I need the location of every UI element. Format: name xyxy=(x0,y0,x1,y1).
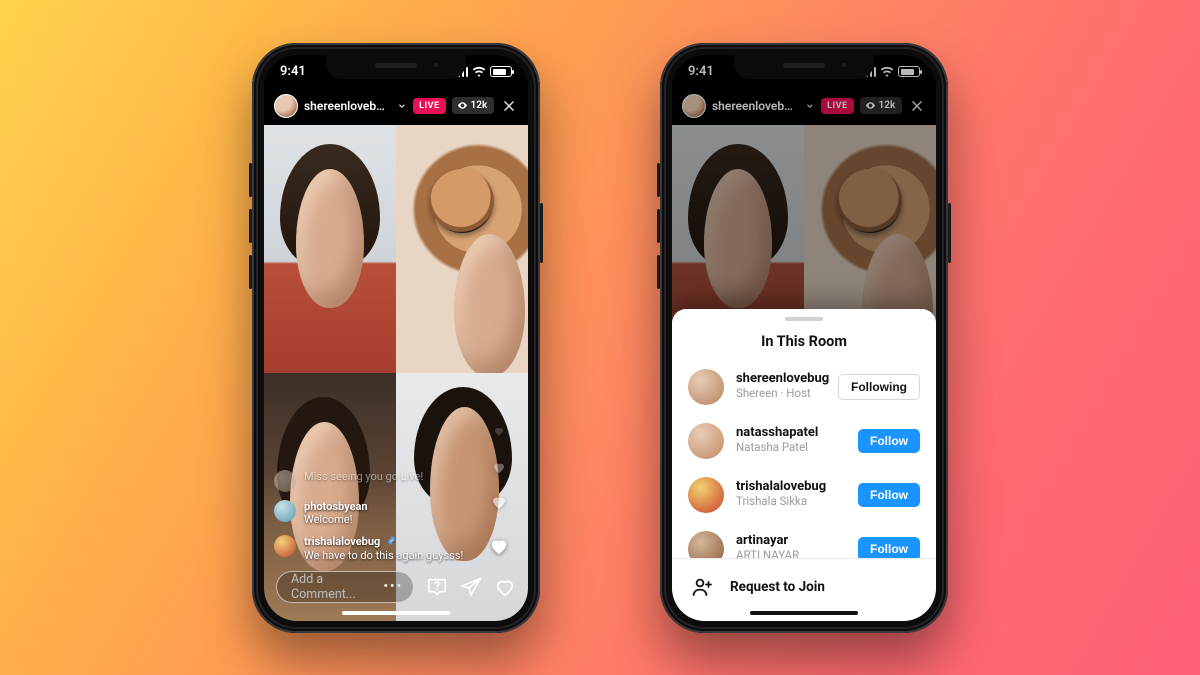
comment-stream: Miss seeing you go Live! photosbyeanWelc… xyxy=(274,470,464,563)
viewer-count[interactable]: 12k xyxy=(860,97,903,114)
heart-icon xyxy=(492,460,507,479)
participant-avatar[interactable] xyxy=(688,477,724,513)
participant-username[interactable]: artinayar xyxy=(736,534,846,549)
wifi-icon xyxy=(472,65,486,79)
comment-row: trishalalovebugWe have to do this again … xyxy=(274,535,464,563)
screen: 9:41 shereenlovebug, n... LIVE 12k xyxy=(672,55,936,621)
home-indicator[interactable] xyxy=(342,611,450,615)
comment-row: Miss seeing you go Live! xyxy=(274,470,464,492)
close-button[interactable] xyxy=(500,95,518,117)
viewer-count-value: 12k xyxy=(471,100,488,111)
chevron-down-icon[interactable] xyxy=(397,100,407,112)
participant-subtitle: Natasha Patel xyxy=(736,441,846,454)
viewer-count[interactable]: 12k xyxy=(452,97,495,114)
comment-username[interactable]: photosbyean xyxy=(304,500,368,513)
participant-username[interactable]: shereenlovebug xyxy=(736,372,826,387)
comment-username[interactable]: trishalalovebug xyxy=(304,535,380,548)
wifi-icon xyxy=(880,65,894,79)
phone-room-sheet: 9:41 shereenlovebug, n... LIVE 12k xyxy=(660,43,948,633)
heart-icon xyxy=(493,422,505,441)
participant-subtitle: Trishala Sikka xyxy=(736,495,846,508)
sheet-title: In This Room xyxy=(672,333,936,350)
question-button[interactable] xyxy=(426,576,448,598)
battery-icon xyxy=(898,66,920,77)
video-tile[interactable] xyxy=(264,125,396,373)
comment-text: We have to do this again guysss! xyxy=(304,549,463,562)
phone-live-view: 9:41 shereenlovebug, n... LIVE 12k xyxy=(252,43,540,633)
host-username[interactable]: shereenlovebug, n... xyxy=(304,99,391,113)
room-sheet: In This Room shereenlovebug Shereen · Ho… xyxy=(672,309,936,621)
promo-stage: 9:41 shereenlovebug, n... LIVE 12k xyxy=(0,0,1200,675)
comment-text: Welcome! xyxy=(304,513,352,526)
comment-input[interactable]: Add a Comment... ••• xyxy=(276,571,414,603)
host-avatar[interactable] xyxy=(682,94,706,118)
participant-list: shereenlovebug Shereen · Host Following … xyxy=(672,360,936,558)
chevron-down-icon[interactable] xyxy=(805,100,815,112)
participant-avatar[interactable] xyxy=(688,423,724,459)
heart-icon xyxy=(488,535,510,561)
comment-placeholder: Add a Comment... xyxy=(291,572,384,602)
participant-row: shereenlovebug Shereen · Host Following xyxy=(672,360,936,414)
commenter-avatar[interactable] xyxy=(274,535,296,557)
battery-icon xyxy=(490,66,512,77)
host-username[interactable]: shereenlovebug, n... xyxy=(712,99,799,113)
close-icon xyxy=(910,99,924,113)
close-button[interactable] xyxy=(908,95,926,117)
home-indicator[interactable] xyxy=(750,611,858,615)
screen: 9:41 shereenlovebug, n... LIVE 12k xyxy=(264,55,528,621)
participant-row: natasshapatel Natasha Patel Follow xyxy=(672,414,936,468)
following-button[interactable]: Following xyxy=(838,374,920,400)
participant-avatar[interactable] xyxy=(688,369,724,405)
follow-button[interactable]: Follow xyxy=(858,429,920,453)
verified-icon xyxy=(386,535,397,546)
participant-username[interactable]: trishalalovebug xyxy=(736,480,846,495)
live-header: shereenlovebug, n... LIVE 12k xyxy=(264,91,528,121)
status-time: 9:41 xyxy=(688,64,714,79)
close-icon xyxy=(502,99,516,113)
eye-icon xyxy=(865,100,876,111)
participant-avatar[interactable] xyxy=(688,531,724,558)
participant-subtitle: Shereen · Host xyxy=(736,387,826,400)
request-label: Request to Join xyxy=(730,579,825,595)
eye-icon xyxy=(457,100,468,111)
participant-row: trishalalovebug Trishala Sikka Follow xyxy=(672,468,936,522)
live-bottom-bar: Add a Comment... ••• xyxy=(264,567,528,607)
commenter-avatar[interactable] xyxy=(274,470,296,492)
sheet-grabber[interactable] xyxy=(785,317,823,321)
participant-username[interactable]: natasshapatel xyxy=(736,426,846,441)
more-icon[interactable]: ••• xyxy=(384,579,403,594)
follow-button[interactable]: Follow xyxy=(858,537,920,558)
hearts-stream xyxy=(482,401,516,561)
notch xyxy=(326,55,466,79)
commenter-avatar[interactable] xyxy=(274,500,296,522)
notch xyxy=(734,55,874,79)
viewer-count-value: 12k xyxy=(879,100,896,111)
live-header: shereenlovebug, n... LIVE 12k xyxy=(672,91,936,121)
comment-row: photosbyeanWelcome! xyxy=(274,500,464,528)
status-time: 9:41 xyxy=(280,64,306,79)
participant-row: artinayar ARTI NAYAR Follow xyxy=(672,522,936,558)
live-badge: LIVE xyxy=(821,98,853,114)
participant-subtitle: ARTI NAYAR xyxy=(736,549,846,557)
comment-text: Miss seeing you go Live! xyxy=(304,470,423,483)
heart-icon xyxy=(490,493,508,515)
live-badge: LIVE xyxy=(413,98,445,114)
video-tile[interactable] xyxy=(396,125,528,373)
like-button[interactable] xyxy=(494,576,516,598)
add-person-icon xyxy=(688,573,716,601)
follow-button[interactable]: Follow xyxy=(858,483,920,507)
share-button[interactable] xyxy=(460,576,482,598)
host-avatar[interactable] xyxy=(274,94,298,118)
